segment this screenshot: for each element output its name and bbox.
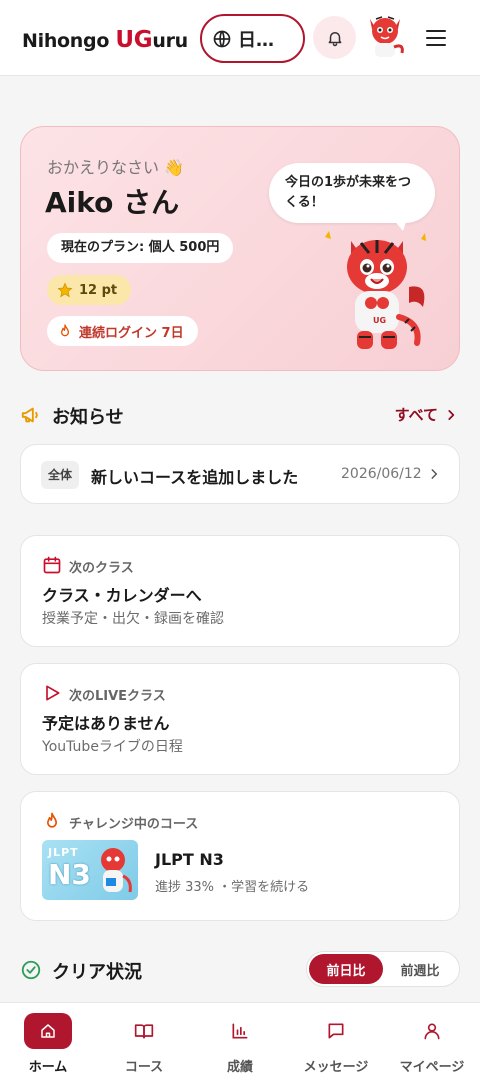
nav-mypage-icon-wrap (408, 1013, 456, 1049)
calendar-icon (43, 556, 61, 574)
nav-courses-label: コース (124, 1060, 164, 1075)
next-live-subtitle: YouTubeライブの日程 (42, 739, 183, 755)
next-live-class-card[interactable]: 次のLIVEクラス 予定はありません YouTubeライブの日程 (20, 663, 460, 775)
star-icon (57, 282, 73, 298)
news-item[interactable]: 全体 新しいコースを追加しました 2026/06/12 (20, 444, 460, 504)
speech-bubble: 今日の1歩が未来をつくる！ (269, 163, 435, 223)
flame-icon (47, 812, 58, 828)
tiger-mascot-thumb (101, 848, 132, 893)
notifications-button[interactable] (313, 16, 356, 59)
news-section-header: お知らせ すべて (20, 400, 460, 430)
clear-status-section: クリア状況 前日比 前週比 (20, 951, 460, 989)
app-logo[interactable]: Nihongo UGuru (22, 27, 188, 53)
nav-courses-icon-wrap (120, 1013, 168, 1049)
book-icon (134, 1024, 154, 1039)
nav-home[interactable]: ホーム (0, 1003, 96, 1080)
app-header: Nihongo UGuru 日… (0, 0, 480, 76)
next-class-label: 次のクラス (69, 561, 134, 576)
login-streak-badge: 連続ログイン 7日 (47, 316, 198, 346)
language-selector-button[interactable]: 日… (200, 14, 305, 63)
globe-icon (213, 30, 231, 47)
message-icon (328, 1023, 344, 1039)
logo-text-prefix: Nihongo (22, 30, 116, 52)
challenge-course-card[interactable]: チャレンジ中のコース JLPT N3 JLPT N3 進捗 33% ・学習を続け… (20, 791, 460, 921)
next-live-label: 次のLIVEクラス (69, 689, 166, 704)
nav-courses[interactable]: コース (96, 1003, 192, 1080)
see-all-label: すべて (394, 406, 438, 424)
news-category-tag: 全体 (41, 461, 80, 489)
course-title: JLPT N3 (155, 850, 224, 869)
greeting-text: おかえりなさい 👋 (47, 158, 185, 177)
news-item-title: 新しいコースを追加しました (91, 468, 299, 487)
tab-previous-day[interactable]: 前日比 (309, 954, 383, 984)
hamburger-icon[interactable] (424, 26, 448, 50)
user-name: Aiko さん (45, 186, 180, 219)
news-see-all-link[interactable]: すべて (395, 404, 458, 425)
nav-messages-label: メッセージ (303, 1060, 369, 1075)
comparison-toggle: 前日比 前週比 (306, 951, 460, 987)
chevron-right-icon (448, 409, 455, 420)
user-avatar[interactable] (362, 13, 408, 61)
nav-grades[interactable]: 成績 (192, 1003, 288, 1080)
course-thumbnail[interactable]: JLPT N3 (42, 840, 138, 900)
user-icon (424, 1023, 440, 1040)
clear-status-title: クリア状況 (52, 962, 142, 983)
logo-text-brand: UG (115, 27, 153, 53)
nav-grades-icon-wrap (216, 1013, 264, 1049)
chevron-right-icon (431, 469, 438, 479)
points-value: 12 pt (79, 282, 118, 298)
next-live-title: 予定はありません (42, 714, 170, 733)
tab-previous-week[interactable]: 前週比 (383, 954, 457, 984)
news-item-date: 2026/06/12 (341, 466, 422, 482)
streak-text: 連続ログイン 7日 (79, 325, 184, 341)
bell-icon (328, 31, 341, 46)
welcome-card: おかえりなさい 👋 Aiko さん 現在のプラン: 個人 500円 12 pt … (20, 126, 460, 371)
challenge-label: チャレンジ中のコース (69, 817, 199, 832)
logo-text-suffix: uru (152, 30, 188, 52)
home-icon (41, 1024, 55, 1038)
nav-mypage[interactable]: マイページ (384, 1003, 480, 1080)
nav-messages[interactable]: メッセージ (288, 1003, 384, 1080)
language-label: 日… (238, 29, 274, 51)
nav-mypage-label: マイページ (399, 1060, 465, 1075)
nav-messages-icon-wrap (312, 1013, 360, 1049)
news-section-title: お知らせ (52, 407, 124, 428)
nav-grades-label: 成績 (226, 1060, 253, 1075)
nav-home-label: ホーム (28, 1060, 68, 1075)
check-circle-icon (21, 960, 41, 980)
nav-home-icon-wrap (24, 1013, 72, 1049)
play-icon (46, 685, 60, 701)
points-badge: 12 pt (47, 275, 132, 305)
course-progress-text: 進捗 33% ・学習を続ける (155, 880, 310, 895)
plan-badge: 現在のプラン: 個人 500円 (47, 233, 234, 263)
next-class-card[interactable]: 次のクラス クラス・カレンダーへ 授業予定・出欠・録画を確認 (20, 535, 460, 647)
bottom-navigation: ホーム コース 成績 メッセージ マイページ (0, 1002, 480, 1080)
flame-icon (61, 324, 69, 337)
next-class-title: クラス・カレンダーへ (42, 586, 202, 605)
svg-text:UG: UG (373, 316, 386, 325)
megaphone-icon (21, 407, 38, 423)
next-class-subtitle: 授業予定・出欠・録画を確認 (42, 611, 224, 627)
tiger-mascot: UG (325, 231, 426, 349)
chart-icon (232, 1023, 248, 1039)
thumb-line-2: N3 (48, 858, 91, 891)
